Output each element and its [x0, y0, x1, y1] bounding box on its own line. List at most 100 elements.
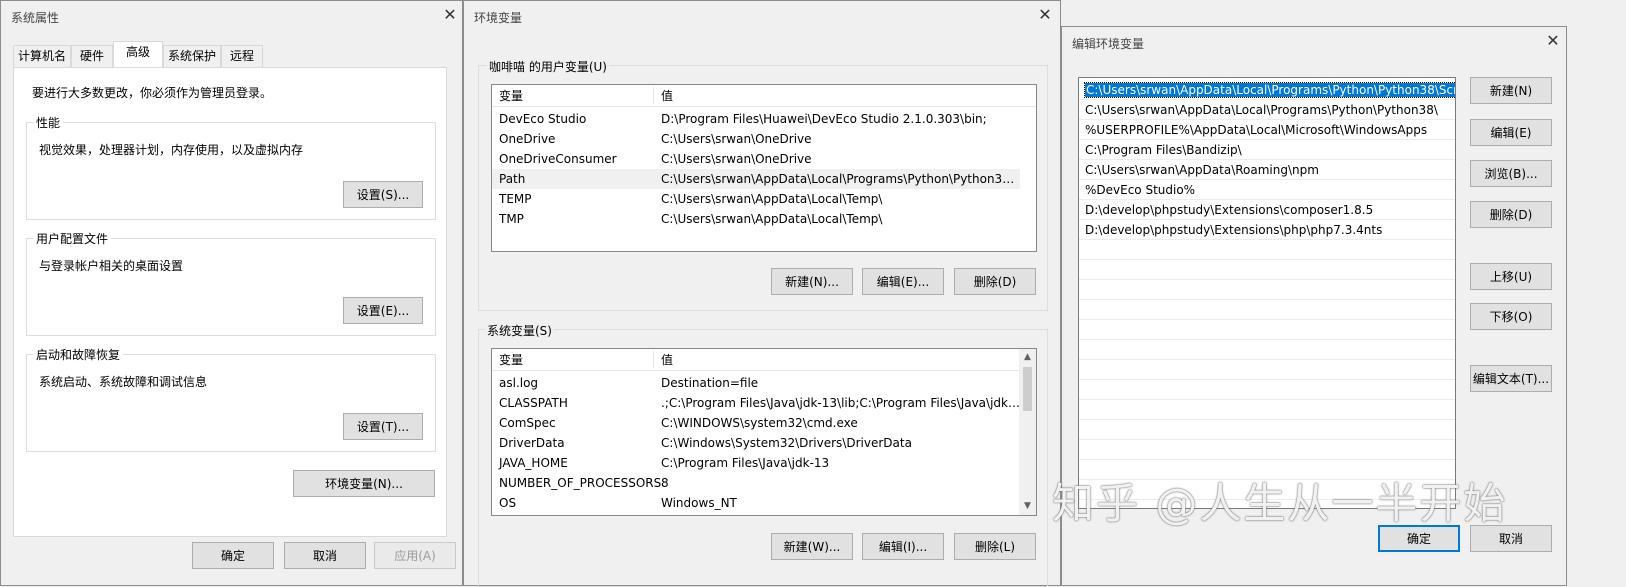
group-title: 用户配置文件 — [33, 230, 112, 247]
table-row[interactable]: JAVA_HOME C:\Program Files\Java\jdk-13 — [492, 453, 1020, 473]
system-properties-window: 系统属性 ✕ 计算机名 硬件 高级 系统保护 远程 要进行大多数更改，你必须作为… — [0, 0, 463, 586]
user-vars-label: 咖啡喵 的用户变量(U) — [487, 58, 609, 75]
table-row[interactable]: NUMBER_OF_PROCESSORS 8 — [492, 473, 1020, 493]
var-value: C:\WINDOWS\system32\cmd.exe — [661, 416, 858, 430]
table-row[interactable]: OneDrive C:\Users\srwan\OneDrive — [492, 129, 1020, 149]
var-name: Path — [499, 172, 526, 186]
user-new-button[interactable]: 新建(N)... — [771, 268, 853, 295]
tab-system-protection[interactable]: 系统保护 — [163, 45, 221, 67]
table-row[interactable]: DriverData C:\Windows\System32\Drivers\D… — [492, 433, 1020, 453]
close-icon[interactable]: ✕ — [1032, 4, 1058, 26]
cancel-button[interactable]: 取消 — [284, 542, 366, 569]
var-name: DriverData — [499, 436, 565, 450]
performance-settings-button[interactable]: 设置(S)... — [343, 181, 423, 208]
var-value: C:\Users\srwan\OneDrive — [661, 152, 812, 166]
move-down-button[interactable]: 下移(O) — [1470, 303, 1552, 330]
tab-panel: 要进行大多数更改，你必须作为管理员登录。 性能 视觉效果，处理器计划，内存使用，… — [13, 67, 447, 537]
tab-advanced[interactable]: 高级 — [113, 41, 163, 68]
empty-row — [1079, 280, 1455, 300]
edit-entry-button[interactable]: 编辑(E) — [1470, 119, 1552, 146]
user-vars-list[interactable]: 变量 值 DevEco Studio D:\Program Files\Huaw… — [491, 84, 1037, 252]
group-title: 启动和故障恢复 — [33, 346, 124, 363]
entry-text: C:\Program Files\Bandizip\ — [1085, 143, 1242, 157]
var-name: asl.log — [499, 376, 539, 390]
var-value: C:\Users\srwan\AppData\Local\Temp\ — [661, 212, 883, 226]
ok-button[interactable]: 确定 — [192, 542, 274, 569]
list-item[interactable]: %USERPROFILE%\AppData\Local\Microsoft\Wi… — [1079, 120, 1455, 140]
table-row[interactable]: OS Windows_NT — [492, 493, 1020, 513]
table-row[interactable]: ComSpec C:\WINDOWS\system32\cmd.exe — [492, 413, 1020, 433]
close-icon[interactable]: ✕ — [1540, 30, 1566, 52]
list-header: 变量 值 — [492, 85, 1036, 107]
move-up-button[interactable]: 上移(U) — [1470, 263, 1552, 290]
entry-text: C:\Users\srwan\AppData\Local\Programs\Py… — [1085, 103, 1438, 117]
list-item[interactable]: C:\Users\srwan\AppData\Local\Programs\Py… — [1079, 100, 1455, 120]
system-delete-button[interactable]: 删除(L) — [954, 533, 1036, 560]
edit-text-button[interactable]: 编辑文本(T)... — [1470, 365, 1552, 392]
scrollbar-thumb[interactable] — [1023, 367, 1032, 411]
table-row-selected[interactable]: Path C:\Users\srwan\AppData\Local\Progra… — [492, 169, 1021, 189]
table-row[interactable]: DevEco Studio D:\Program Files\Huawei\De… — [492, 109, 1020, 129]
col-var-header[interactable]: 变量 — [499, 349, 523, 371]
tab-hardware[interactable]: 硬件 — [71, 45, 113, 67]
list-item[interactable]: %DevEco Studio% — [1079, 180, 1455, 200]
browse-button[interactable]: 浏览(B)... — [1470, 160, 1552, 187]
list-item-selected[interactable]: C:\Users\srwan\AppData\Local\Programs\Py… — [1079, 80, 1455, 100]
entry-text: C:\Users\srwan\AppData\Roaming\npm — [1085, 163, 1319, 177]
empty-row — [1079, 380, 1455, 400]
window-title: 编辑环境变量 — [1072, 37, 1145, 51]
vertical-scrollbar[interactable]: ▲ ▼ — [1019, 349, 1036, 515]
user-vars-group: 咖啡喵 的用户变量(U) 变量 值 DevEco Studio D:\Progr… — [478, 58, 1048, 311]
tab-remote[interactable]: 远程 — [221, 45, 263, 67]
col-val-header[interactable]: 值 — [661, 85, 1021, 107]
list-item[interactable]: C:\Program Files\Bandizip\ — [1079, 140, 1455, 160]
table-row[interactable]: TMP C:\Users\srwan\AppData\Local\Temp\ — [492, 209, 1020, 229]
path-entries-list[interactable]: C:\Users\srwan\AppData\Local\Programs\Py… — [1078, 77, 1456, 509]
empty-row — [1079, 340, 1455, 360]
list-item[interactable]: C:\Users\srwan\AppData\Roaming\npm — [1079, 160, 1455, 180]
var-value: D:\Program Files\Huawei\DevEco Studio 2.… — [661, 112, 987, 126]
var-name: ComSpec — [499, 416, 556, 430]
tab-computer-name[interactable]: 计算机名 — [13, 45, 71, 67]
performance-group: 性能 视觉效果，处理器计划，内存使用，以及虚拟内存 设置(S)... — [26, 114, 436, 220]
delete-entry-button[interactable]: 删除(D) — [1470, 201, 1552, 228]
user-edit-button[interactable]: 编辑(E)... — [862, 268, 944, 295]
env-variables-button[interactable]: 环境变量(N)... — [293, 470, 435, 497]
startup-settings-button[interactable]: 设置(T)... — [343, 413, 423, 440]
var-value: Windows_NT — [661, 496, 737, 510]
col-var-header[interactable]: 变量 — [499, 85, 523, 107]
var-value: C:\Program Files\Java\jdk-13 — [661, 456, 830, 470]
system-edit-button[interactable]: 编辑(I)... — [862, 533, 944, 560]
table-row[interactable]: TEMP C:\Users\srwan\AppData\Local\Temp\ — [492, 189, 1020, 209]
var-value: 8 — [661, 476, 669, 490]
var-name: TMP — [499, 212, 524, 226]
system-new-button[interactable]: 新建(W)... — [771, 533, 853, 560]
col-separator — [653, 87, 654, 104]
new-entry-button[interactable]: 新建(N) — [1470, 77, 1552, 104]
scroll-down-icon[interactable]: ▼ — [1019, 498, 1036, 515]
profile-settings-button[interactable]: 设置(E)... — [343, 297, 423, 324]
empty-row — [1079, 360, 1455, 380]
col-separator — [653, 351, 654, 368]
entry-text: %DevEco Studio% — [1085, 183, 1196, 197]
list-item[interactable]: D:\develop\phpstudy\Extensions\php\php7.… — [1079, 220, 1455, 240]
table-row[interactable]: CLASSPATH .;C:\Program Files\Java\jdk-13… — [492, 393, 1021, 413]
var-name: OneDriveConsumer — [499, 152, 617, 166]
table-row[interactable]: asl.log Destination=file — [492, 373, 1020, 393]
entry-text: C:\Users\srwan\AppData\Local\Programs\Py… — [1084, 82, 1455, 98]
window-title: 环境变量 — [474, 11, 523, 25]
empty-row — [1079, 400, 1455, 420]
var-name: JAVA_HOME — [499, 456, 568, 470]
list-item[interactable]: D:\develop\phpstudy\Extensions\composer1… — [1079, 200, 1455, 220]
empty-row — [1079, 440, 1455, 460]
close-icon[interactable]: ✕ — [437, 4, 463, 26]
system-vars-list[interactable]: 变量 值 asl.log Destination=file CLASSPATH … — [491, 348, 1037, 516]
var-name: OS — [499, 496, 517, 510]
var-name: TEMP — [499, 192, 532, 206]
scroll-up-icon[interactable]: ▲ — [1019, 349, 1036, 366]
col-val-header[interactable]: 值 — [661, 349, 1021, 371]
apply-button[interactable]: 应用(A) — [374, 542, 456, 569]
empty-row — [1079, 240, 1455, 260]
table-row[interactable]: OneDriveConsumer C:\Users\srwan\OneDrive — [492, 149, 1020, 169]
user-delete-button[interactable]: 删除(D) — [954, 268, 1036, 295]
